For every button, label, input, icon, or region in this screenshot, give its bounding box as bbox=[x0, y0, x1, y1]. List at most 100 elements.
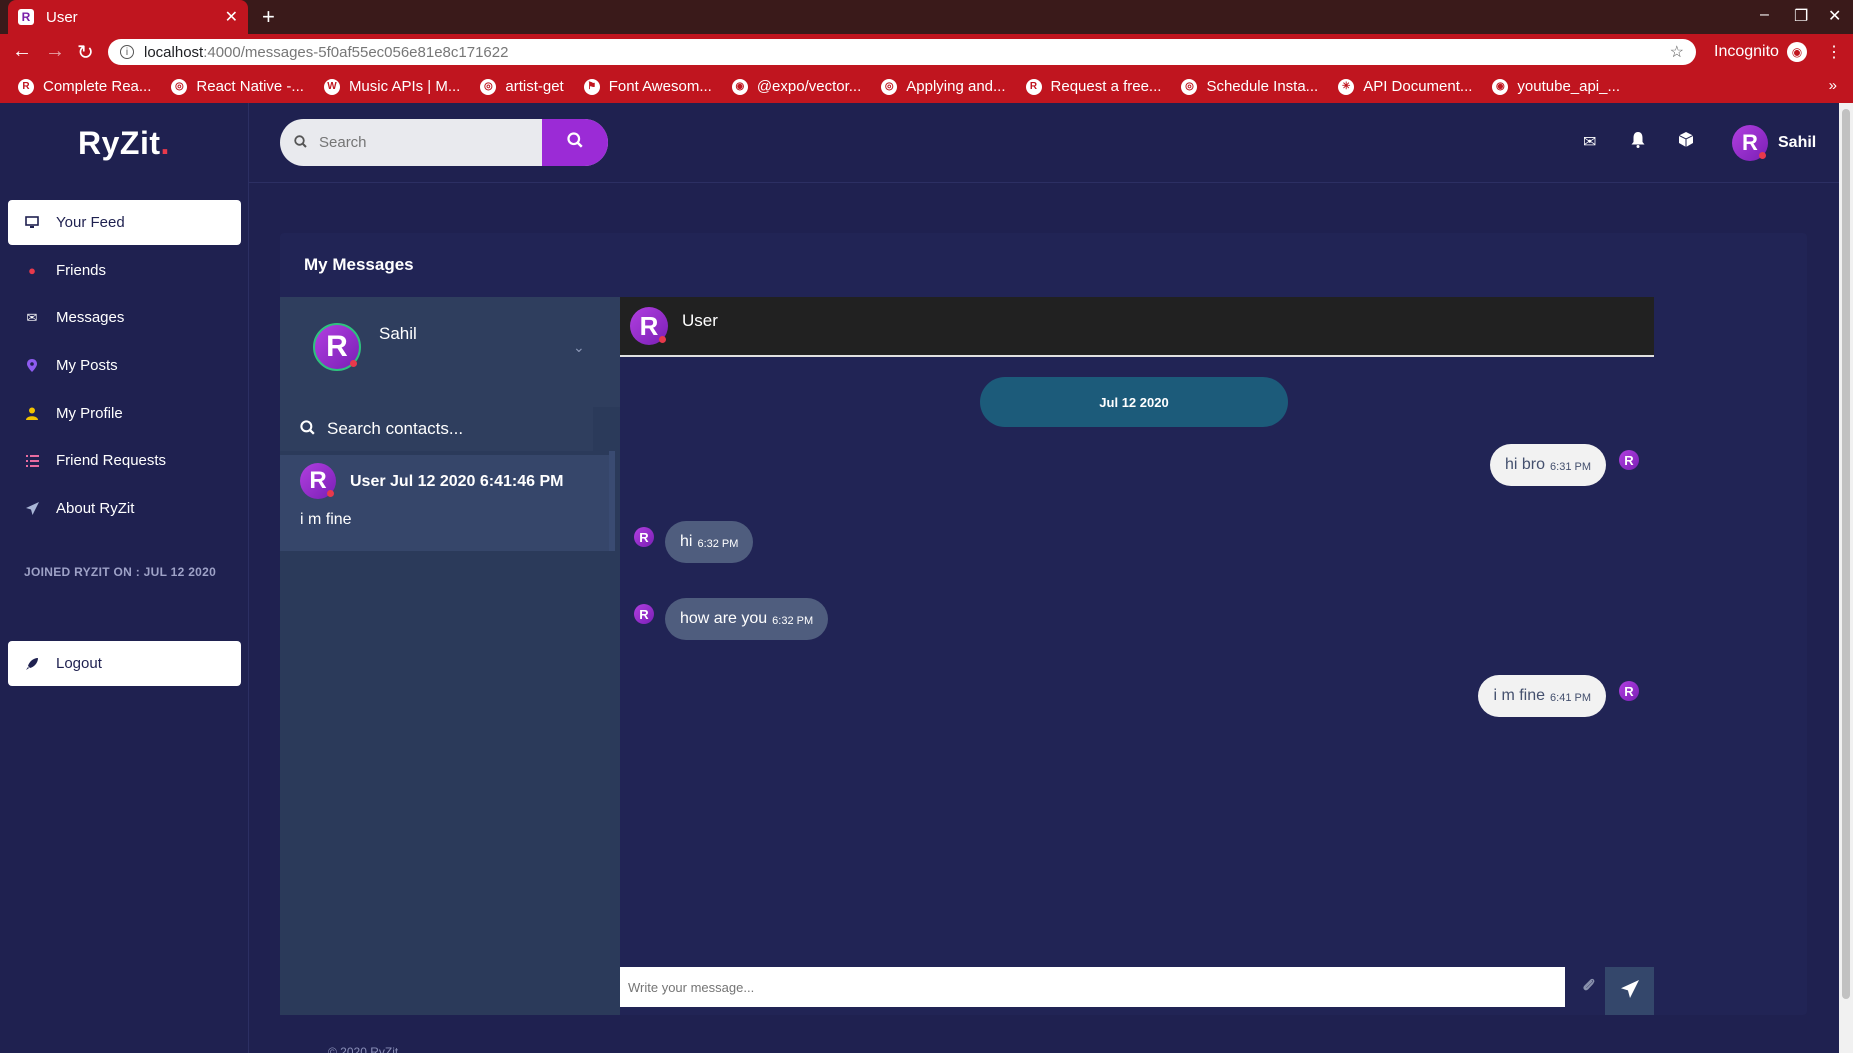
reload-icon[interactable]: ↻ bbox=[77, 40, 94, 65]
bookmark-item[interactable]: ◉ youtube_api_... bbox=[1492, 78, 1620, 95]
forward-icon[interactable]: → bbox=[45, 40, 65, 63]
bookmark-item[interactable]: ✳ API Document... bbox=[1338, 78, 1472, 95]
search-icon bbox=[567, 132, 583, 153]
contact-title: User Jul 12 2020 6:41:46 PM bbox=[350, 473, 563, 491]
restore-icon[interactable]: ❐ bbox=[1794, 6, 1808, 26]
bookmark-label: artist-get bbox=[505, 78, 564, 95]
joined-date: JOINED RYZIT ON : JUL 12 2020 bbox=[24, 565, 217, 579]
bookmark-item[interactable]: ◎ artist-get bbox=[480, 78, 564, 95]
monitor-icon bbox=[24, 215, 40, 231]
send-button[interactable] bbox=[1605, 967, 1654, 1015]
new-tab-button[interactable]: + bbox=[262, 4, 275, 30]
bookmarks-bar: R Complete Rea... ◎ React Native -... W Music… bbox=[0, 70, 1853, 103]
user-name: Sahil bbox=[1778, 134, 1817, 151]
sidebar-item-about[interactable]: About RyZit bbox=[8, 486, 241, 531]
bookmark-star-icon[interactable]: ☆ bbox=[1670, 42, 1684, 62]
logout-button[interactable]: Logout bbox=[8, 641, 241, 686]
incognito-indicator[interactable]: Incognito ◉ bbox=[1714, 42, 1807, 62]
search-button[interactable] bbox=[542, 119, 608, 166]
contact-search[interactable]: Search contacts... bbox=[280, 407, 593, 451]
envelope-icon[interactable]: ✉ bbox=[1583, 132, 1596, 152]
close-window-icon[interactable]: ✕ bbox=[1828, 6, 1841, 26]
user-menu[interactable]: R Sahil bbox=[1732, 125, 1816, 161]
bookmark-label: Applying and... bbox=[906, 78, 1006, 95]
avatar-letter: R bbox=[1624, 452, 1634, 468]
bookmark-item[interactable]: ⚑ Font Awesom... bbox=[583, 78, 712, 95]
sidebar-item-my-posts[interactable]: My Posts bbox=[8, 343, 241, 388]
minimize-icon[interactable]: – bbox=[1760, 6, 1769, 24]
avatar-letter: R bbox=[639, 606, 649, 622]
sidebar-item-friend-requests[interactable]: Friend Requests bbox=[8, 438, 241, 483]
bookmark-item[interactable]: ◎ Schedule Insta... bbox=[1181, 78, 1318, 95]
sidebar-item-label: Your Feed bbox=[56, 214, 125, 231]
contacts-scrollbar[interactable] bbox=[609, 451, 615, 551]
browser-tab[interactable]: R User ✕ bbox=[8, 0, 248, 34]
back-icon[interactable]: ← bbox=[12, 40, 32, 63]
cube-icon[interactable] bbox=[1678, 132, 1694, 152]
scrollbar-thumb[interactable] bbox=[1842, 109, 1850, 999]
incognito-icon: ◉ bbox=[1786, 42, 1807, 62]
avatar: R bbox=[634, 604, 654, 624]
bookmark-icon: R bbox=[18, 78, 34, 95]
bookmark-label: API Document... bbox=[1363, 78, 1473, 95]
bookmark-icon: ◉ bbox=[1492, 78, 1509, 95]
message-time: 6:31 PM bbox=[1550, 460, 1591, 473]
message-input[interactable] bbox=[628, 979, 1528, 995]
page-scrollbar[interactable] bbox=[1839, 103, 1853, 1053]
contact-item[interactable]: R User Jul 12 2020 6:41:46 PM i m fine bbox=[280, 455, 610, 551]
map-pin-icon bbox=[24, 358, 40, 374]
address-bar[interactable]: i localhost:4000/messages-5f0af55ec056e8… bbox=[108, 39, 1696, 65]
sidebar-item-label: My Profile bbox=[56, 405, 123, 422]
bookmark-item[interactable]: ◉ @expo/vector... bbox=[731, 78, 861, 95]
search-icon bbox=[300, 419, 315, 439]
bell-icon[interactable] bbox=[1631, 132, 1645, 153]
sidebar-item-friends[interactable]: ● Friends bbox=[8, 248, 241, 293]
bookmark-item[interactable]: ◎ Applying and... bbox=[881, 78, 1006, 95]
avatar-letter: R bbox=[326, 330, 348, 363]
browser-menu-icon[interactable]: ⋮ bbox=[1826, 42, 1842, 62]
bookmark-label: Complete Rea... bbox=[43, 78, 152, 95]
browser-toolbar: ← → ↻ i localhost:4000/messages-5f0af55e… bbox=[0, 34, 1853, 70]
avatar-letter: R bbox=[639, 310, 659, 341]
sidebar-item-your-feed[interactable]: Your Feed bbox=[8, 200, 241, 245]
logo-text: RyZit bbox=[78, 125, 161, 161]
avatar: R bbox=[313, 323, 361, 371]
search-bar bbox=[280, 119, 608, 166]
app-logo[interactable]: RyZit. bbox=[78, 125, 170, 162]
page-title: My Messages bbox=[304, 255, 414, 274]
search-input[interactable] bbox=[319, 134, 519, 151]
message-input-wrap bbox=[620, 967, 1565, 1007]
bookmark-item[interactable]: R Complete Rea... bbox=[18, 78, 151, 95]
bookmarks-overflow-button[interactable]: » bbox=[1829, 77, 1837, 94]
list-icon bbox=[24, 453, 40, 469]
logout-label: Logout bbox=[56, 655, 102, 672]
search-icon bbox=[294, 134, 307, 151]
sidebar-item-label: Friends bbox=[56, 262, 107, 279]
bookmark-icon: ◎ bbox=[1181, 78, 1198, 95]
sidebar-item-label: Messages bbox=[56, 309, 125, 326]
bookmark-item[interactable]: R Request a free... bbox=[1025, 78, 1161, 95]
chat-contact-name: User bbox=[682, 311, 718, 330]
top-navbar: ✉ R Sahil bbox=[249, 103, 1839, 183]
bookmark-item[interactable]: W Music APIs | M... bbox=[323, 78, 461, 95]
url-host: localhost bbox=[144, 43, 204, 61]
message-bubble-outgoing: hi bro 6:31 PM bbox=[1490, 444, 1606, 486]
bookmark-label: Music APIs | M... bbox=[348, 78, 461, 95]
message-time: 6:32 PM bbox=[772, 614, 814, 627]
sidebar-item-messages[interactable]: ✉ Messages bbox=[8, 295, 241, 340]
sidebar-item-label: My Posts bbox=[56, 357, 118, 374]
tab-close-icon[interactable]: ✕ bbox=[225, 7, 238, 27]
current-user-name: Sahil bbox=[379, 324, 417, 343]
avatar-letter: R bbox=[1624, 683, 1634, 699]
bookmark-icon: ◎ bbox=[480, 78, 497, 95]
chat-panel: R User Jul 12 2020 hi bro 6:31 PM R R hi… bbox=[620, 297, 1654, 1015]
bookmark-item[interactable]: ◎ React Native -... bbox=[171, 78, 304, 95]
paperclip-icon[interactable] bbox=[1582, 977, 1596, 998]
avatar: R bbox=[1619, 450, 1639, 470]
info-icon[interactable]: i bbox=[120, 45, 134, 59]
sidebar-item-my-profile[interactable]: My Profile bbox=[8, 391, 241, 436]
chevron-down-icon[interactable]: ⌄ bbox=[573, 339, 585, 356]
messages-card: My Messages R Sahil ⌄ Search contacts...… bbox=[280, 233, 1807, 1015]
paper-plane-icon bbox=[1620, 979, 1639, 1003]
message-text: how are you bbox=[680, 610, 768, 627]
